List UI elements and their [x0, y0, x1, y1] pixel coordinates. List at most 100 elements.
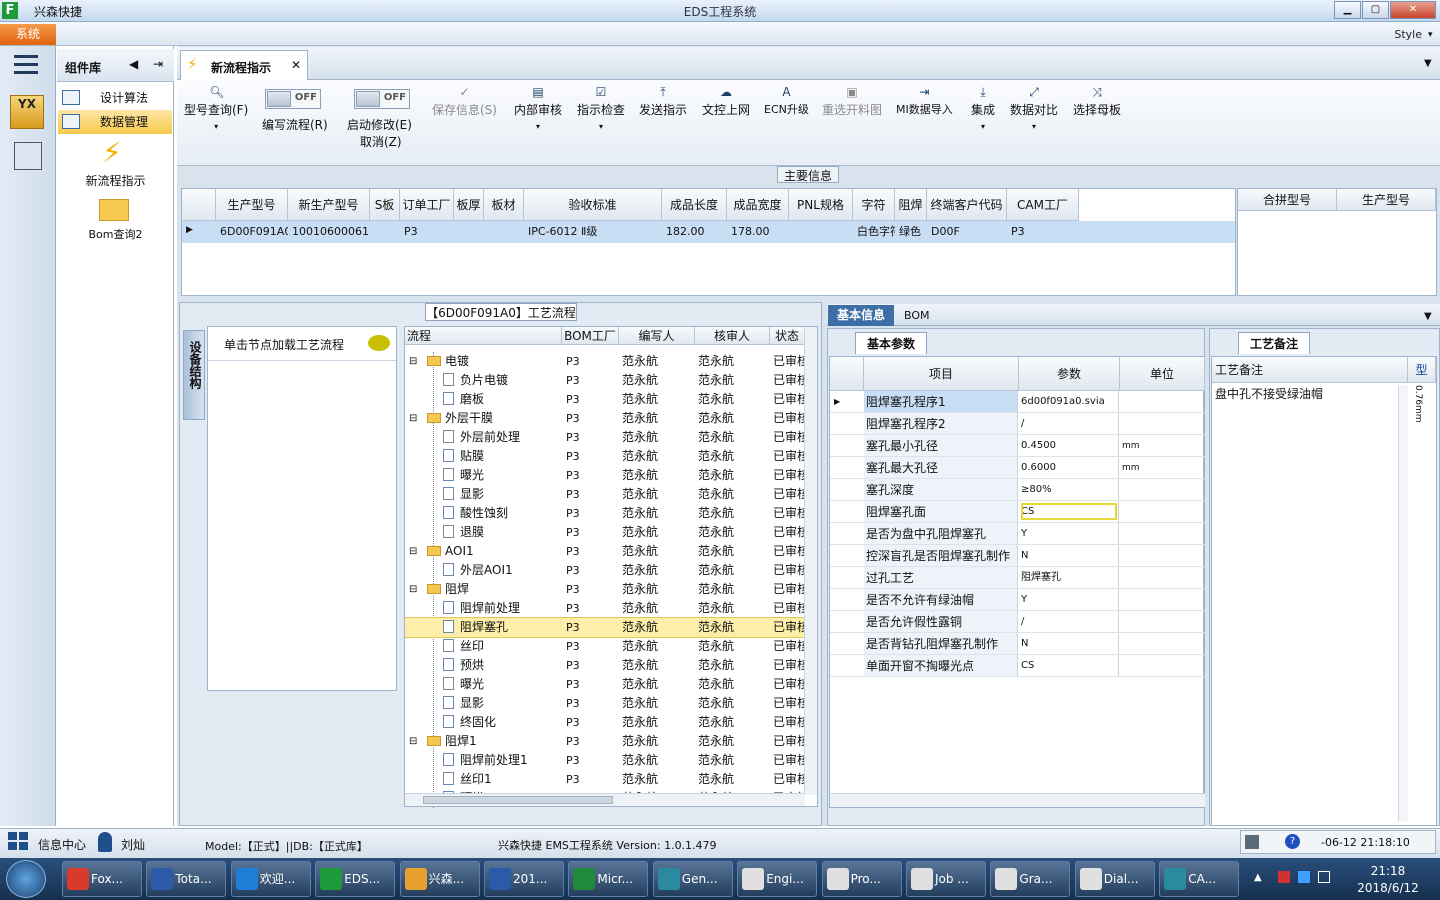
new-flow-instruction-link[interactable]: 新流程指示: [57, 172, 174, 189]
column-header[interactable]: 成品长度: [662, 189, 727, 221]
nav-item-design-algorithm[interactable]: 设计算法: [58, 86, 172, 110]
taskbar-item[interactable]: EDS...: [315, 861, 396, 897]
bom-query-link[interactable]: Bom查询2: [57, 226, 174, 242]
column-header[interactable]: 字符: [853, 189, 895, 221]
tree-node[interactable]: 丝印: [443, 637, 484, 656]
remarks-type-header[interactable]: 型: [1408, 357, 1436, 383]
tree-row[interactable]: 贴膜 P3 范永航 范永航 已审核: [405, 447, 805, 466]
tree-row[interactable]: 酸性蚀刻 P3 范永航 范永航 已审核: [405, 504, 805, 523]
tree-row[interactable]: 终固化 P3 范永航 范永航 已审核: [405, 713, 805, 732]
tab-new-flow-instruction[interactable]: ⚡ 新流程指示 ✕: [180, 50, 308, 80]
taskbar-item[interactable]: Dial...: [1074, 861, 1155, 897]
column-header[interactable]: CAM工厂: [1007, 189, 1079, 221]
param-value[interactable]: Y: [1019, 523, 1119, 544]
tree-row[interactable]: 退膜 P3 范永航 范永航 已审核: [405, 523, 805, 542]
taskbar-item[interactable]: Engi...: [737, 861, 818, 897]
param-row[interactable]: 是否为盘中孔阻焊塞孔 Y: [830, 523, 1205, 545]
collapse-toggle-icon[interactable]: ⊟: [409, 352, 417, 371]
tab-list-dropdown-icon[interactable]: ▼: [1424, 58, 1432, 69]
column-header-unit[interactable]: 单位: [1120, 357, 1205, 391]
param-row[interactable]: 塞孔最大孔径 0.6000 mm: [830, 457, 1205, 479]
production-model-header[interactable]: 生产型号: [1337, 189, 1436, 211]
param-value[interactable]: 6d00f091a0.svia: [1019, 391, 1119, 412]
param-row[interactable]: 塞孔最小孔径 0.4500 mm: [830, 435, 1205, 457]
tree-node[interactable]: 阻焊塞孔: [443, 618, 508, 637]
tree-column-header[interactable]: 编写人: [619, 327, 695, 345]
instruction-check-button[interactable]: ☑ 指示检查 ▾: [577, 86, 625, 132]
param-value[interactable]: N: [1019, 545, 1119, 566]
column-header[interactable]: 终端客户代码: [927, 189, 1007, 221]
merged-model-header[interactable]: 合拼型号: [1238, 189, 1337, 211]
tree-node[interactable]: ⊟ 阻焊: [409, 580, 469, 599]
tree-node[interactable]: ⊟ 阻焊1: [409, 732, 477, 751]
tree-column-header[interactable]: BOM工厂: [562, 327, 619, 345]
params-horizontal-scrollbar[interactable]: [830, 793, 1205, 807]
collapse-toggle-icon[interactable]: ⊟: [409, 580, 417, 599]
param-row[interactable]: 阻焊塞孔面 CS: [830, 501, 1205, 523]
save-info-button[interactable]: ✓ 保存信息(S): [432, 86, 497, 118]
system-menu-button[interactable]: 系统: [0, 24, 56, 45]
model-query-button[interactable]: 🔍︎ 型号查询(F) ▾: [184, 86, 248, 132]
param-row[interactable]: 塞孔深度 ≥80%: [830, 479, 1205, 501]
start-button[interactable]: [6, 860, 46, 898]
column-header[interactable]: 板厚: [454, 189, 484, 221]
param-value[interactable]: N: [1019, 633, 1119, 654]
param-value[interactable]: 阻焊塞孔: [1019, 567, 1119, 588]
tab-basic-params[interactable]: 基本参数: [855, 332, 927, 354]
tab-bom[interactable]: BOM: [904, 309, 930, 322]
taskbar-item[interactable]: Job ...: [906, 861, 986, 897]
param-value[interactable]: Y: [1019, 589, 1119, 610]
tree-row[interactable]: 丝印1 P3 范永航 范永航 已审核: [405, 770, 805, 789]
column-header[interactable]: 成品宽度: [727, 189, 789, 221]
tab-process-remarks[interactable]: 工艺备注: [1238, 332, 1310, 354]
remarks-scrollbar[interactable]: [1398, 385, 1408, 821]
tree-row[interactable]: ⊟ AOI1 P3 范永航 范永航 已审核: [405, 542, 805, 561]
tree-row[interactable]: 曝光 P3 范永航 范永航 已审核: [405, 675, 805, 694]
tree-node[interactable]: 外层AOI1: [443, 561, 513, 580]
tree-horizontal-scrollbar[interactable]: [405, 793, 805, 806]
tree-row[interactable]: 磨板 P3 范永航 范永航 已审核: [405, 390, 805, 409]
column-header-item[interactable]: 项目: [864, 357, 1019, 391]
tree-column-header[interactable]: 状态: [770, 327, 805, 345]
tree-node[interactable]: 外层前处理: [443, 428, 520, 447]
tree-node[interactable]: 负片电镀: [443, 371, 508, 390]
param-value[interactable]: 0.4500: [1019, 435, 1119, 456]
tree-node[interactable]: 终固化: [443, 713, 496, 732]
nav-item-data-management[interactable]: 数据管理: [58, 110, 172, 134]
param-row[interactable]: 过孔工艺 阻焊塞孔: [830, 567, 1205, 589]
tree-node[interactable]: 磨板: [443, 390, 484, 409]
tree-node[interactable]: 退膜: [443, 523, 484, 542]
column-header[interactable]: 阻焊: [895, 189, 927, 221]
cancel-button[interactable]: 取消(Z): [360, 133, 402, 150]
taskbar-item[interactable]: 兴森...: [399, 861, 480, 897]
system-tray-icons[interactable]: [1274, 868, 1334, 886]
param-value[interactable]: CS: [1019, 655, 1119, 676]
tree-node[interactable]: 酸性蚀刻: [443, 504, 508, 523]
info-dropdown-icon[interactable]: ▼: [1424, 311, 1432, 322]
param-value[interactable]: 0.6000: [1019, 457, 1119, 478]
collapse-toggle-icon[interactable]: ⊟: [409, 409, 417, 428]
tree-node[interactable]: 曝光: [443, 675, 484, 694]
tree-row[interactable]: 外层前处理 P3 范永航 范永航 已审核: [405, 428, 805, 447]
tree-row[interactable]: 阻焊前处理 P3 范永航 范永航 已审核: [405, 599, 805, 618]
column-header[interactable]: 板材: [484, 189, 524, 221]
tree-node[interactable]: 预烘: [443, 656, 484, 675]
tree-column-header[interactable]: 流程: [405, 327, 562, 345]
tree-row[interactable]: ⊟ 阻焊 P3 范永航 范永航 已审核: [405, 580, 805, 599]
calculator-module-icon[interactable]: [14, 142, 42, 170]
tab-basic-info[interactable]: 基本信息: [828, 305, 894, 326]
tree-row[interactable]: 曝光 P3 范永航 范永航 已审核: [405, 466, 805, 485]
column-header[interactable]: 验收标准: [524, 189, 662, 221]
tree-row[interactable]: 显影 P3 范永航 范永航 已审核: [405, 694, 805, 713]
ecn-upgrade-button[interactable]: A ECN升级: [764, 86, 809, 117]
param-value[interactable]: CS: [1019, 501, 1119, 522]
param-row[interactable]: 单面开窗不掏曝光点 CS: [830, 655, 1205, 677]
taskbar-item[interactable]: CA...: [1159, 861, 1240, 897]
internal-review-button[interactable]: ▤ 内部审核 ▾: [514, 86, 562, 132]
tree-node[interactable]: 贴膜: [443, 447, 484, 466]
param-row[interactable]: 是否不允许有绿油帽 Y: [830, 589, 1205, 611]
tree-row[interactable]: 阻焊前处理1 P3 范永航 范永航 已审核: [405, 751, 805, 770]
tree-node[interactable]: ⊟ 电镀: [409, 352, 469, 371]
style-dropdown-icon[interactable]: ▾: [1428, 30, 1433, 40]
param-row[interactable]: 是否允许假性露铜 /: [830, 611, 1205, 633]
